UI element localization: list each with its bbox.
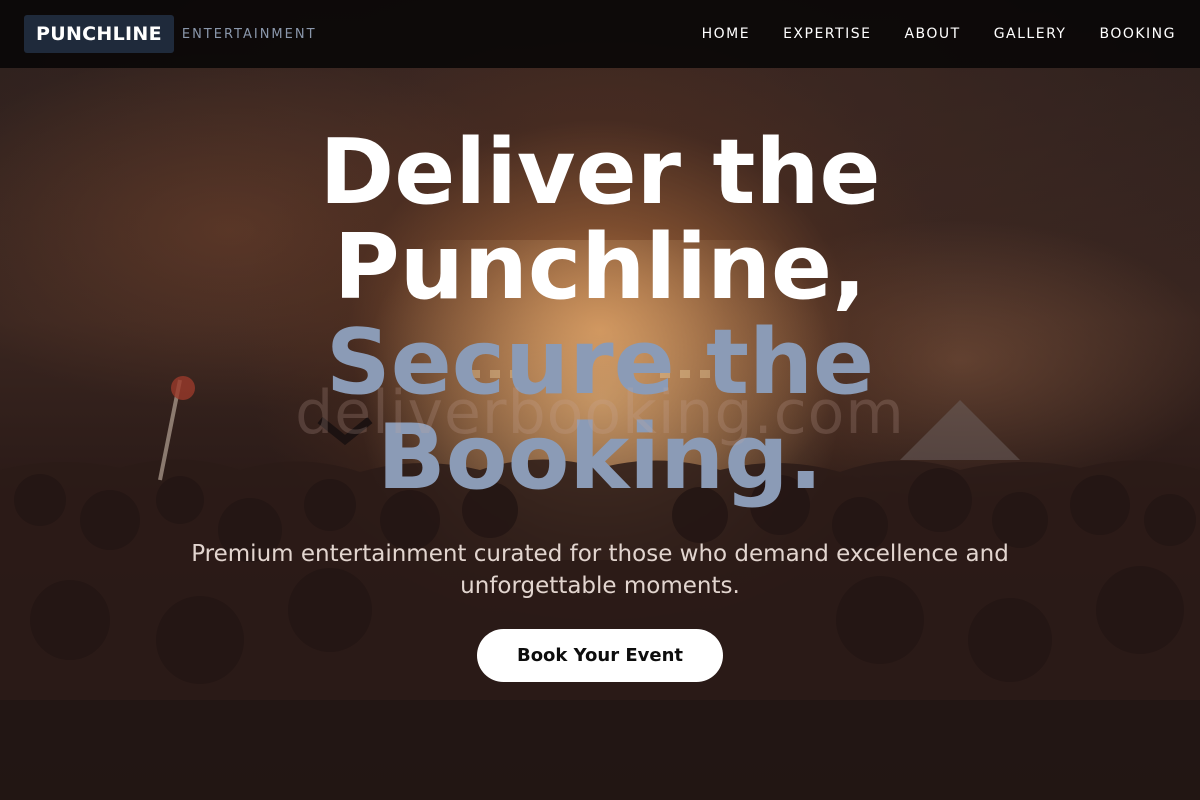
brand-name: PUNCHLINE [24,15,174,53]
nav-links: HOME EXPERTISE ABOUT GALLERY BOOKING [702,26,1176,42]
headline-line-2: Punchline, [333,215,867,320]
brand-tagline: ENTERTAINMENT [181,26,317,42]
subhead-line-2: unforgettable moments. [460,573,740,599]
nav-gallery[interactable]: GALLERY [994,26,1067,42]
headline-line-1: Deliver the [319,120,881,225]
top-navbar: PUNCHLINE ENTERTAINMENT HOME EXPERTISE A… [0,0,1200,68]
hero-headline: Deliver the Punchline, Secure the Bookin… [0,125,1200,505]
watermark-text: deliverbooking.com [295,378,905,448]
nav-expertise[interactable]: EXPERTISE [783,26,871,42]
hero-subheading: Premium entertainment curated for those … [0,538,1200,602]
nav-booking[interactable]: BOOKING [1099,26,1176,42]
book-event-button[interactable]: Book Your Event [477,629,723,682]
nav-home[interactable]: HOME [702,26,750,42]
subhead-line-1: Premium entertainment curated for those … [191,541,1009,567]
nav-about[interactable]: ABOUT [904,26,960,42]
brand-logo[interactable]: PUNCHLINE ENTERTAINMENT [24,15,317,53]
